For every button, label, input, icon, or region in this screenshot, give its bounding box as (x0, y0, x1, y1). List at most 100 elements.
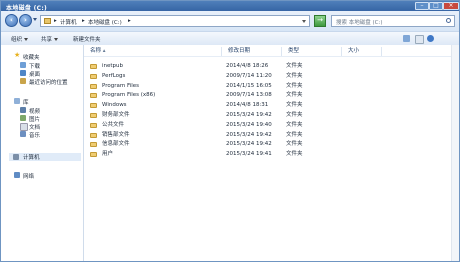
file-row[interactable]: inetpub 2014/4/8 18:26 文件夹 (90, 62, 370, 71)
column-header-name[interactable]: 名称 ▴ (84, 47, 222, 56)
nav-libraries[interactable]: 库 (14, 98, 29, 106)
nav-item-label: 音乐 (29, 133, 41, 139)
file-row[interactable]: Windows 2014/4/8 18:31 文件夹 (90, 101, 370, 110)
file-date: 2015/3/24 19:42 (226, 131, 272, 138)
recent-pages-chevron-icon[interactable] (33, 18, 37, 21)
file-name: 财务部文件 (102, 112, 130, 118)
search-icon[interactable] (446, 18, 451, 23)
desktop-icon (20, 70, 26, 76)
file-row[interactable]: 信息部文件 2015/3/24 19:42 文件夹 (90, 140, 370, 149)
file-type: 文件夹 (286, 121, 303, 128)
file-type: 文件夹 (286, 92, 303, 99)
address-separator: ▸ (128, 18, 131, 24)
file-type: 文件夹 (286, 112, 303, 118)
nav-item-downloads[interactable]: 下载 (20, 62, 40, 70)
chevron-down-icon (54, 38, 59, 41)
help-icon[interactable] (427, 35, 434, 42)
column-header-date[interactable]: 修改日期 (222, 47, 282, 56)
file-row[interactable]: 财务部文件 2015/3/24 19:42 文件夹 (90, 111, 370, 120)
address-bar[interactable]: ▸ 计算机 ▸ 本地磁盘 (C:) ▸ (40, 15, 310, 27)
folder-icon (90, 113, 97, 118)
folder-icon (90, 122, 97, 128)
folder-icon (90, 103, 97, 109)
nav-item-videos[interactable]: 视频 (20, 107, 40, 115)
search-placeholder: 搜索 本地磁盘 (C:) (336, 20, 383, 26)
share-label: 共享 (41, 37, 53, 43)
pictures-icon (20, 115, 26, 121)
refresh-button[interactable]: → (314, 15, 326, 27)
address-separator: ▸ (54, 18, 57, 24)
nav-item-recent-places[interactable]: 最近访问的位置 (20, 78, 68, 86)
libraries-icon (14, 98, 20, 104)
file-list-pane: 名称 ▴ 修改日期 类型 大小 inetpub 2014/4/8 18:26 文件夹… (84, 45, 459, 261)
explorer-window: 本地磁盘 (C:) – □ × ‹ › ▸ 计算机 ▸ 本地磁盘 (C:) ▸ … (0, 0, 460, 262)
address-dropdown-icon[interactable] (302, 20, 306, 23)
file-row[interactable]: 销售部文件 2015/3/24 19:42 文件夹 (90, 131, 370, 140)
nav-favorites-label: 收藏夹 (23, 55, 40, 61)
title-bar[interactable]: 本地磁盘 (C:) – □ × (1, 1, 459, 12)
view-options-icon[interactable] (403, 35, 410, 42)
file-date: 2015/3/24 19:40 (226, 121, 272, 128)
column-header-type[interactable]: 类型 (282, 47, 342, 56)
file-type: 文件夹 (286, 63, 303, 69)
file-name: Windows (102, 102, 127, 109)
file-row[interactable]: Program Files 2014/1/15 16:05 文件夹 (90, 82, 370, 91)
nav-favorites[interactable]: ★ 收藏夹 (14, 51, 40, 61)
column-header-size[interactable]: 大小 (342, 47, 382, 56)
folder-icon (90, 93, 97, 99)
file-name: Program Files (x86) (102, 92, 156, 99)
minimize-button[interactable]: – (415, 2, 429, 10)
preview-pane-icon[interactable] (415, 35, 424, 44)
file-date: 2014/1/15 16:05 (226, 82, 272, 89)
file-name: Program Files (102, 82, 140, 89)
file-name: 公共文件 (102, 121, 125, 128)
nav-item-label: 最近访问的位置 (29, 80, 68, 86)
close-button[interactable]: × (443, 2, 459, 10)
new-folder-button[interactable]: 新建文件夹 (73, 35, 101, 43)
organize-menu[interactable]: 组织 (11, 35, 29, 43)
address-row: ‹ › ▸ 计算机 ▸ 本地磁盘 (C:) ▸ → 搜索 本地磁盘 (C:) (1, 11, 459, 31)
file-type: 文件夹 (286, 72, 303, 79)
maximize-button[interactable]: □ (429, 2, 443, 10)
star-icon: ★ (14, 51, 21, 59)
file-name: inetpub (102, 63, 124, 69)
folder-icon (90, 132, 97, 138)
nav-item-desktop[interactable]: 桌面 (20, 70, 40, 78)
nav-item-documents[interactable]: 文档 (20, 123, 40, 131)
chevron-down-icon (24, 38, 29, 41)
column-name-label: 名称 (90, 48, 102, 54)
nav-item-pictures[interactable]: 图片 (20, 115, 40, 123)
file-row[interactable]: Program Files (x86) 2009/7/14 13:08 文件夹 (90, 91, 370, 100)
file-name: 销售部文件 (102, 131, 130, 138)
nav-computer[interactable]: 计算机 (9, 153, 81, 161)
share-menu[interactable]: 共享 (41, 35, 59, 43)
nav-item-music[interactable]: 音乐 (20, 131, 41, 139)
back-button[interactable]: ‹ (5, 14, 18, 27)
videos-icon (20, 107, 26, 113)
nav-libraries-label: 库 (23, 100, 29, 106)
breadcrumb-local-disk-c[interactable]: 本地磁盘 (C:) (88, 18, 122, 26)
file-name: PerfLogs (102, 72, 126, 79)
sort-ascending-icon: ▴ (102, 48, 106, 54)
file-row[interactable]: 用户 2015/3/24 19:41 文件夹 (90, 150, 370, 159)
file-date: 2015/3/24 19:42 (226, 141, 272, 148)
file-type: 文件夹 (286, 102, 303, 109)
address-separator: ▸ (82, 18, 85, 24)
folder-icon (90, 64, 97, 69)
file-row[interactable]: PerfLogs 2009/7/14 11:20 文件夹 (90, 72, 370, 81)
breadcrumb-computer[interactable]: 计算机 (60, 18, 77, 26)
folder-icon (90, 142, 97, 148)
documents-icon (20, 123, 28, 131)
nav-computer-label: 计算机 (23, 155, 40, 161)
file-date: 2014/4/8 18:26 (226, 63, 269, 69)
nav-network[interactable]: 网络 (14, 172, 34, 180)
file-type: 文件夹 (286, 151, 303, 158)
file-name: 用户 (102, 151, 114, 158)
forward-button[interactable]: › (19, 14, 32, 27)
file-row[interactable]: 公共文件 2015/3/24 19:40 文件夹 (90, 121, 370, 130)
folder-icon (90, 83, 97, 89)
vertical-scrollbar[interactable] (451, 45, 459, 261)
search-box[interactable]: 搜索 本地磁盘 (C:) (331, 15, 455, 27)
downloads-icon (20, 62, 26, 68)
header-divider (84, 56, 459, 57)
